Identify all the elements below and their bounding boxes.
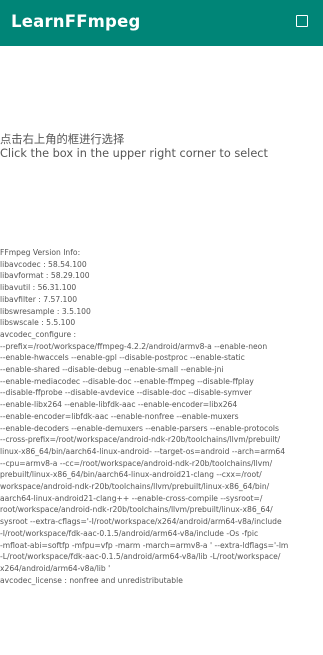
app-title: LearnFFmpeg: [11, 12, 141, 31]
app-bar: LearnFFmpeg: [0, 0, 323, 46]
hint-text-english: Click the box in the upper right corner …: [0, 147, 268, 160]
ffmpeg-version-info: FFmpeg Version Info: libavcodec : 58.54.…: [0, 248, 289, 585]
checkbox-square-icon[interactable]: [296, 15, 308, 27]
hint-text-chinese: 点击右上角的框进行选择: [0, 133, 125, 146]
